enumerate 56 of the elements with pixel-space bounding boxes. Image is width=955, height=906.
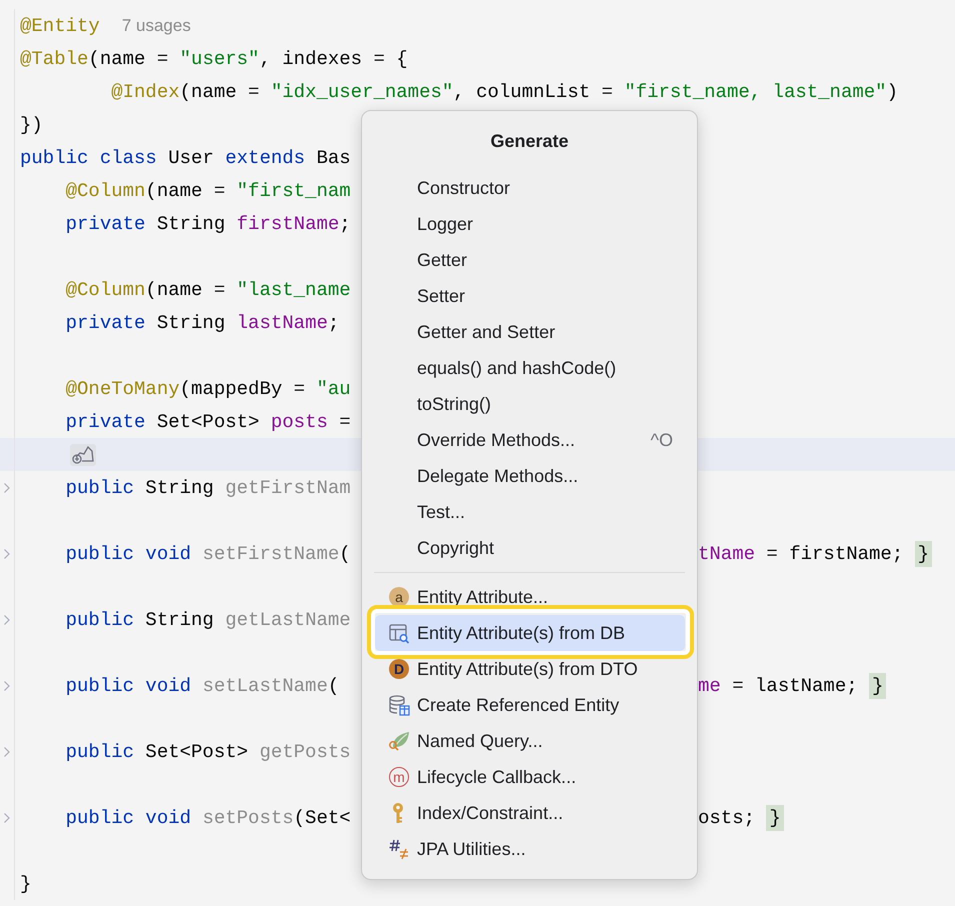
code-line: private String firstName; (64, 212, 351, 236)
code-line: osts; } (698, 804, 784, 830)
popup-title: Generate (489, 130, 570, 153)
fold-icon[interactable] (3, 482, 11, 494)
menu-item[interactable]: D Entity Attribute(s) from DTO (375, 651, 685, 687)
code-line: @Index(name = "idx_user_names", columnList = "first_name, last_name") (110, 80, 898, 104)
code-line: me = lastName; } (698, 672, 886, 698)
menu-item[interactable]: Override Methods... ^O (375, 422, 685, 458)
code-line: } (20, 872, 32, 896)
menu-item[interactable]: equals() and hashCode() (375, 350, 685, 386)
code-line: public String getFirstNam (64, 476, 351, 500)
code-line: public String getLastName (64, 608, 351, 632)
code-line: tName = firstName; } (698, 540, 932, 566)
menu-item[interactable]: Constructor (375, 170, 685, 206)
intention-action-icon[interactable] (70, 444, 96, 466)
fold-icon[interactable] (3, 812, 11, 824)
menu-item[interactable]: toString() (375, 386, 685, 422)
menu-item[interactable]: Getter and Setter (375, 314, 685, 350)
fold-icon[interactable] (3, 548, 11, 560)
fold-icon[interactable] (3, 746, 11, 758)
shortcut-hint: ^O (650, 430, 673, 450)
code-line: private Set<Post> posts = (64, 410, 351, 434)
code-line: public class User extends Bas (20, 146, 351, 170)
menu-item[interactable]: Named Query... (375, 723, 685, 759)
menu-item[interactable]: Logger (375, 206, 685, 242)
menu-item[interactable]: Setter (375, 278, 685, 314)
fold-icon[interactable] (3, 680, 11, 692)
menu-item[interactable]: Getter (375, 242, 685, 278)
code-line: @Entity (20, 14, 100, 38)
leaf-search-icon (388, 730, 410, 752)
code-line: @Column(name = "first_nam (64, 178, 351, 202)
code-line: @Table(name = "users", indexes = { (20, 46, 408, 70)
letter-circle-icon: a (389, 587, 409, 607)
menu-item[interactable]: m Lifecycle Callback... (375, 759, 685, 795)
table-search-icon (388, 622, 410, 644)
menu-item[interactable]: a Entity Attribute... (375, 579, 685, 615)
code-line: }) (20, 112, 43, 136)
menu-item[interactable]: Index/Constraint... (375, 795, 685, 831)
menu-item[interactable]: Test... (375, 494, 685, 530)
code-line: public void setFirstName( (64, 542, 351, 566)
code-line: public Set<Post> getPosts (64, 740, 351, 764)
database-icon (388, 694, 410, 716)
menu-item[interactable]: Create Referenced Entity (375, 687, 685, 723)
code-line: public void setPosts(Set< (64, 806, 351, 830)
menu-item[interactable]: Copyright (375, 530, 685, 566)
letter-circle-icon: D (389, 659, 409, 679)
code-line: public void setLastName( (64, 674, 340, 698)
letter-circle-icon: m (389, 767, 409, 787)
menu-item[interactable]: JPA Utilities... (375, 831, 685, 867)
code-line: @Column(name = "last_name (64, 278, 351, 302)
hash-icon (388, 838, 410, 860)
menu-item[interactable]: Delegate Methods... (375, 458, 685, 494)
fold-icon[interactable] (3, 614, 11, 626)
menu-item[interactable]: Entity Attribute(s) from DB (375, 615, 685, 651)
code-line: private String lastName; (64, 310, 340, 334)
code-line: @OneToMany(mappedBy = "au (64, 376, 351, 400)
